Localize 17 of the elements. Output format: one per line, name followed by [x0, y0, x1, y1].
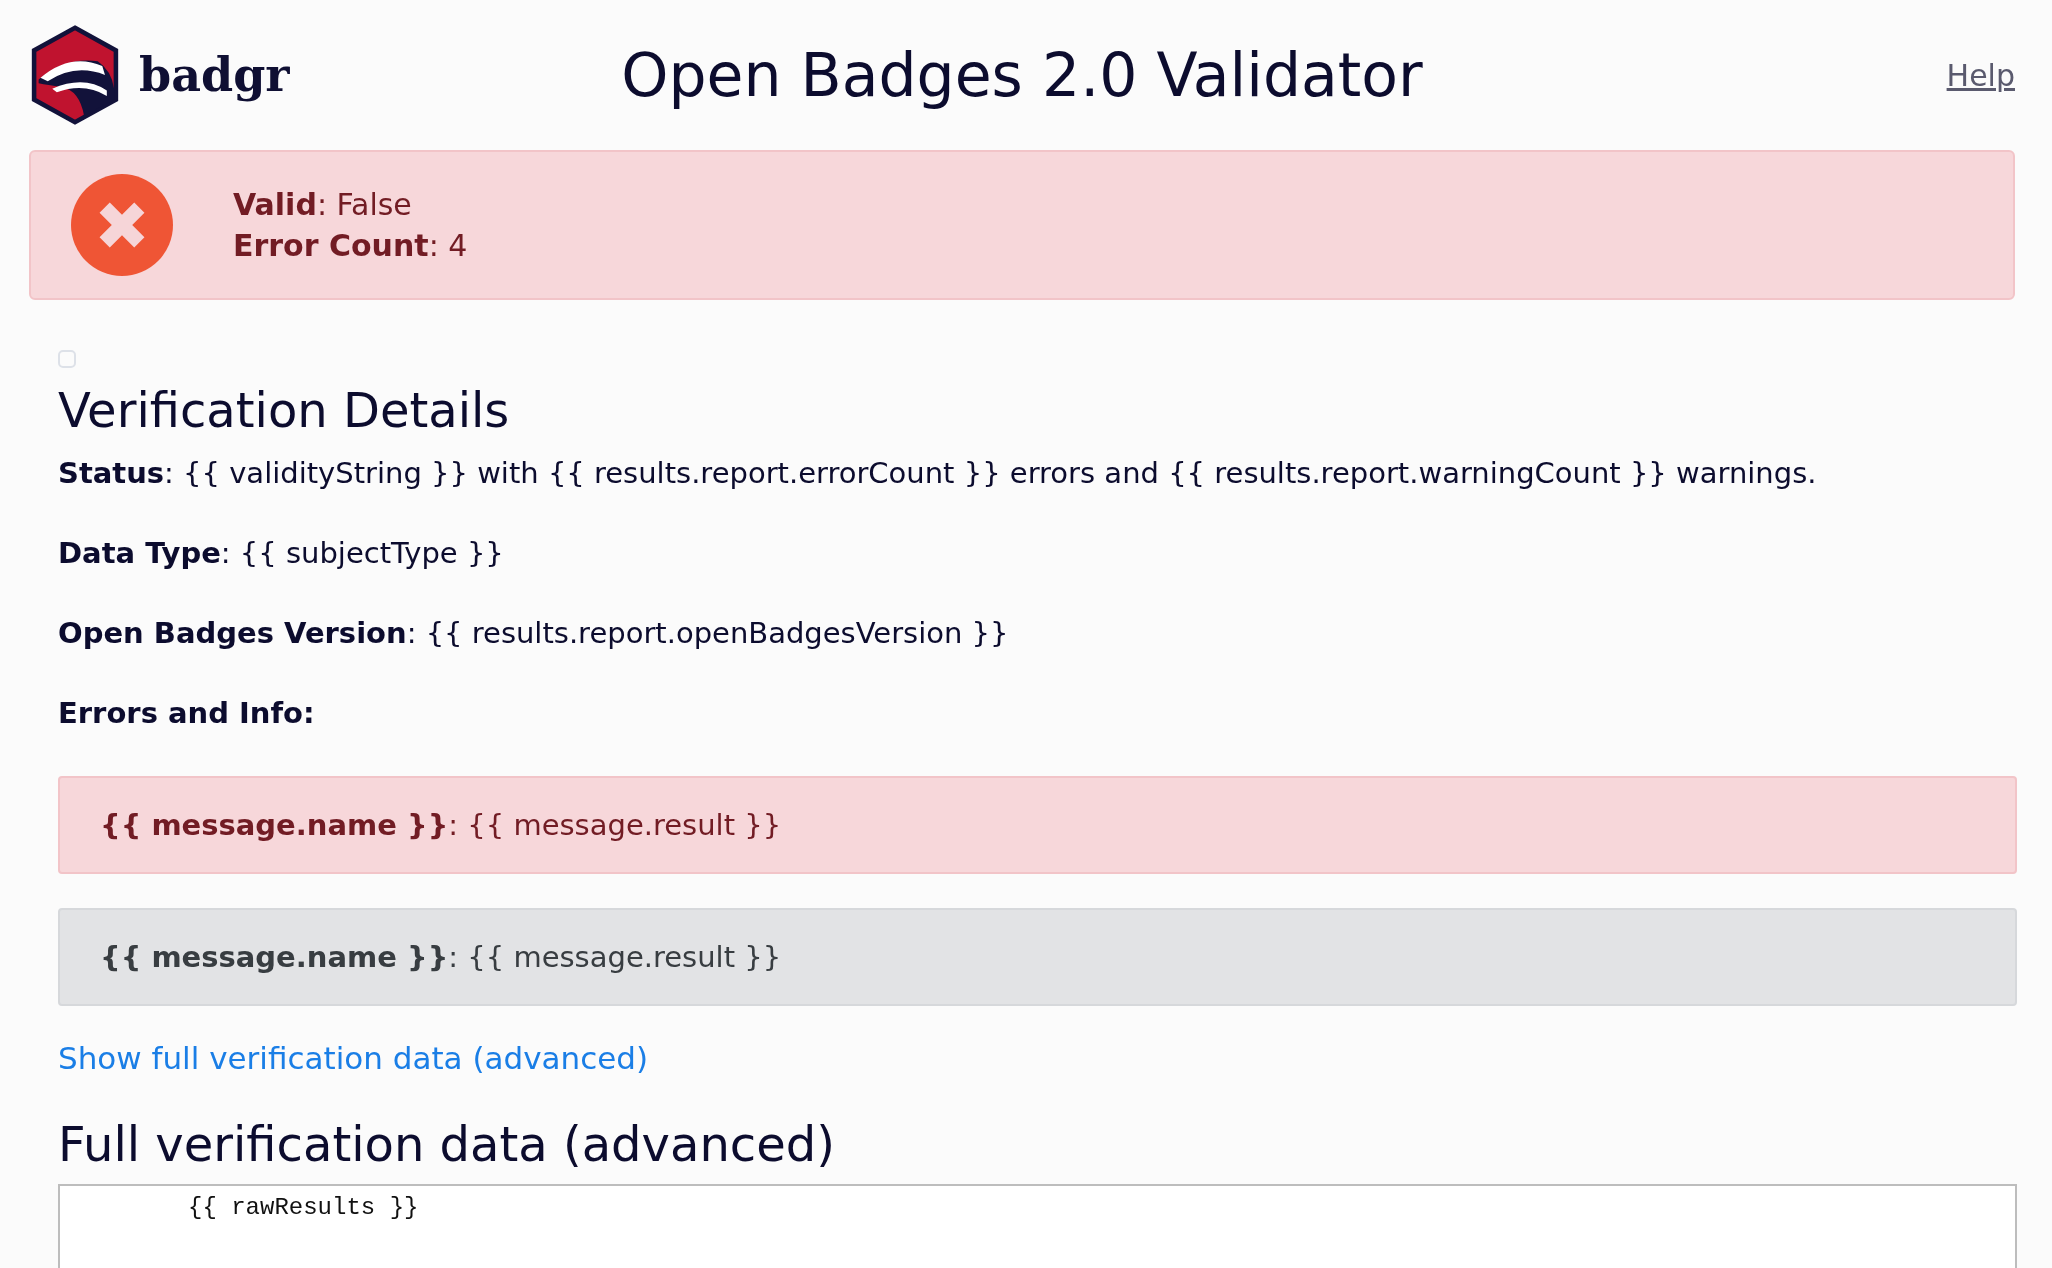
errors-heading: Errors and Info:	[58, 696, 316, 730]
message-alert: {{ message.name }}: {{ message.result }}	[58, 776, 2017, 874]
help-link[interactable]: Help	[1455, 57, 2015, 93]
summary-text: Valid: False	[233, 187, 413, 222]
section-heading: Verification Details	[58, 382, 511, 438]
detail-text: Status: {{ validityString }} with {{ results.report.errorCount }} errors and {{ results.report.warningCount }} warnings.	[58, 456, 1818, 490]
show-data-link[interactable]: Show full verification data (advanced)	[58, 1040, 649, 1076]
raw-data-text: {{ rawResults }}	[188, 1194, 419, 1221]
page-title: Open Badges 2.0 Validator	[620, 40, 1424, 110]
logo-icon	[29, 25, 121, 125]
detail-text: Data Type: {{ subjectType }}	[58, 536, 505, 570]
logo-text: badgr	[139, 48, 290, 102]
toggle-checkbox[interactable]	[58, 350, 76, 368]
section-heading: Full verification data (advanced)	[58, 1116, 836, 1172]
detail-text: Open Badges Version: {{ results.report.openBadgesVersion }}	[58, 616, 1010, 650]
summary-text: Error Count: 4	[233, 228, 468, 263]
message-alert: {{ message.name }}: {{ message.result }}	[58, 908, 2017, 1006]
